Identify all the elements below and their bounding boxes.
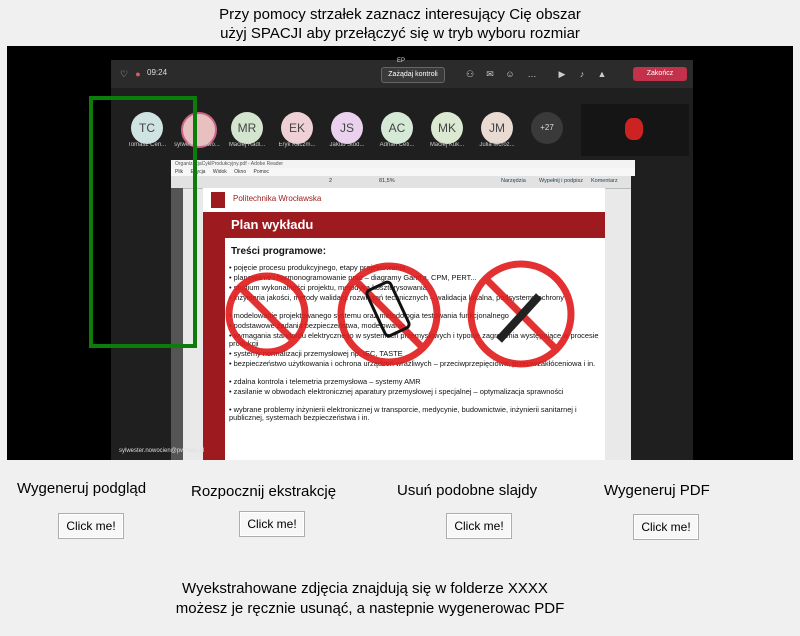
participant-name: Julia Mcroz... — [479, 142, 515, 148]
participant-name: Maciej Radl... — [228, 142, 266, 148]
avatar[interactable]: JM — [481, 112, 513, 144]
chat-icon[interactable]: ✉ — [485, 69, 495, 79]
remove-similar-button[interactable]: Click me! — [446, 513, 512, 539]
no-camera-icon — [225, 272, 309, 356]
reader-menu-item[interactable]: Widok — [213, 169, 227, 175]
avatar[interactable]: AC — [381, 112, 413, 144]
window-title: EP — [397, 58, 406, 64]
screen-preview[interactable]: ♡ ● 09:24 EP Zażądaj kontroli ⚇ ✉ ☺ … ▶ … — [7, 46, 793, 460]
pdf-slide: Politechnika Wrocławska Plan wykładu 2 T… — [203, 188, 605, 460]
meeting-time: 09:24 — [147, 68, 168, 77]
no-devices-overlay — [225, 260, 575, 368]
more-icon[interactable]: … — [527, 69, 537, 79]
zoom-field[interactable]: 81,5% — [379, 178, 395, 184]
participant-name: Maciej Kuk... — [429, 142, 465, 148]
fill-sign-link[interactable]: Wypełnij i podpisz — [539, 178, 583, 184]
avatar[interactable]: MR — [231, 112, 263, 144]
generate-preview-button[interactable]: Click me! — [58, 513, 124, 539]
participant-name: Adrian Ceti... — [379, 142, 415, 148]
share-icon[interactable]: ▲ — [597, 69, 607, 79]
more-participants-badge[interactable]: +27 — [531, 112, 563, 144]
avatar[interactable]: MK — [431, 112, 463, 144]
remove-similar-label: Usuń podobne slajdy — [397, 482, 538, 499]
generate-pdf-button[interactable]: Click me! — [633, 514, 699, 540]
reader-menu-item[interactable]: Pomoc — [254, 169, 270, 175]
self-video — [581, 104, 689, 156]
no-phone-icon — [337, 262, 441, 366]
camera-icon[interactable]: ▶ — [557, 69, 567, 79]
teams-window: ♡ ● 09:24 EP Zażądaj kontroli ⚇ ✉ ☺ … ▶ … — [111, 58, 693, 460]
participant-name: Eryk Kaczm... — [278, 142, 316, 148]
self-avatar-image — [625, 118, 643, 140]
instruction-line-1: Przy pomocy strzałek zaznacz interesując… — [219, 6, 581, 23]
start-extraction-label: Rozpocznij ekstrakcję — [191, 483, 337, 500]
footer-line-2: możesz je ręcznie usunąć, a nastepnie wy… — [175, 600, 565, 617]
reader-menu-item[interactable]: Okno — [234, 169, 246, 175]
reader-menu: Plik Edycja Widok Okno Pomoc — [171, 168, 635, 176]
comment-link[interactable]: Komentarz — [591, 178, 618, 184]
presenter-email: sylwester.nowocien@pwr.edu.pl — [119, 448, 205, 454]
instruction-line-2: użyj SPACJI aby przełączyć się w tryb wy… — [220, 25, 580, 42]
generate-preview-label: Wygeneruj podgląd — [17, 480, 147, 497]
shield-icon: ♡ — [119, 69, 129, 79]
teams-toolbar: ♡ ● 09:24 EP Zażądaj kontroli ⚇ ✉ ☺ … ▶ … — [111, 58, 693, 88]
tools-link[interactable]: Narzędzia — [501, 178, 526, 184]
start-extraction-button[interactable]: Click me! — [239, 511, 305, 537]
footer-line-1: Wyekstrahowane zdjęcia znajdują się w fo… — [182, 580, 548, 597]
adobe-reader-window: OrganizacjaCyklProdukcyjny.pdf - Adobe R… — [171, 160, 635, 460]
mic-icon[interactable]: ♪ — [577, 69, 587, 79]
generate-pdf-label: Wygeneruj PDF — [604, 482, 710, 499]
selection-rectangle[interactable] — [89, 96, 197, 348]
avatar[interactable]: JS — [331, 112, 363, 144]
people-icon[interactable]: ⚇ — [465, 69, 475, 79]
avatar[interactable]: EK — [281, 112, 313, 144]
reader-title: OrganizacjaCyklProdukcyjny.pdf - Adobe R… — [171, 160, 635, 168]
leave-button[interactable]: Zakończ — [633, 67, 687, 81]
participant-name: Jakub Stod... — [329, 142, 365, 148]
page-field[interactable]: 2 — [329, 178, 332, 184]
reactions-icon[interactable]: ☺ — [505, 69, 515, 79]
record-icon: ● — [135, 69, 141, 79]
request-control-button[interactable]: Zażądaj kontroli — [381, 67, 445, 83]
